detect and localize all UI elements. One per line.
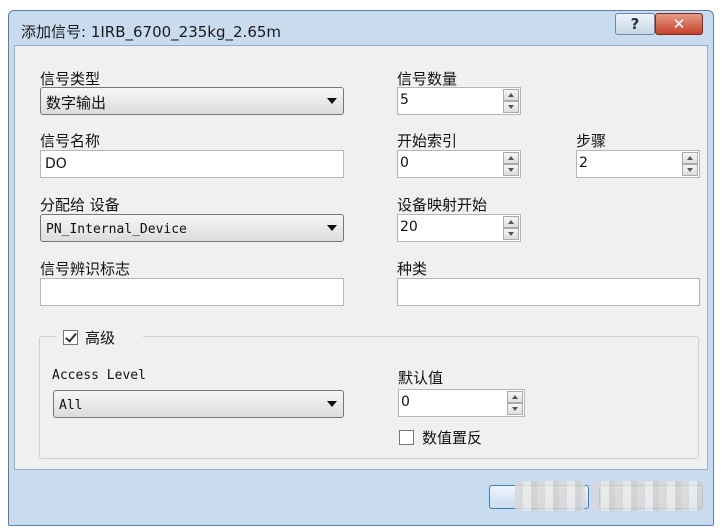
signal-identification-label: 信号辨识标志 <box>40 260 131 278</box>
advanced-group-header: 高级 <box>57 326 143 348</box>
signal-identification-input[interactable] <box>40 278 344 306</box>
access-level-label: Access Level <box>52 368 146 383</box>
step-label: 步骤 <box>576 132 607 150</box>
signal-type-value: 数字输出 <box>46 94 107 112</box>
start-index-value: 0 <box>400 155 409 171</box>
spin-down-icon[interactable] <box>503 164 519 176</box>
start-index-stepper[interactable]: 0 <box>397 150 521 178</box>
assign-device-label: 分配给 设备 <box>40 196 120 214</box>
invert-value-checkbox[interactable] <box>399 430 414 445</box>
invert-value-label: 数值置反 <box>422 429 483 447</box>
title-bar: 添加信号: 1IRB_6700_235kg_2.65m ? ✕ <box>9 11 713 45</box>
add-signal-dialog: 添加信号: 1IRB_6700_235kg_2.65m ? ✕ 信号类型 数字输… <box>8 10 714 526</box>
spin-up-icon[interactable] <box>503 152 519 164</box>
help-icon: ? <box>630 15 640 33</box>
signal-type-label: 信号类型 <box>40 70 101 88</box>
close-icon: ✕ <box>672 15 686 33</box>
spin-down-icon[interactable] <box>503 101 519 113</box>
dialog-title: 添加信号: 1IRB_6700_235kg_2.65m <box>21 23 282 41</box>
blurred-region <box>593 481 703 511</box>
chevron-down-icon <box>327 401 337 407</box>
device-mapping-start-value: 20 <box>400 219 418 235</box>
spin-up-icon[interactable] <box>503 89 519 101</box>
signal-type-select[interactable]: 数字输出 <box>40 87 344 115</box>
access-level-value: All <box>59 398 83 413</box>
advanced-label: 高级 <box>85 329 116 347</box>
chevron-down-icon <box>327 98 337 104</box>
signal-count-label: 信号数量 <box>397 70 458 88</box>
blurred-region <box>515 481 585 511</box>
access-level-select[interactable]: All <box>53 390 344 418</box>
assign-device-select[interactable]: PN_Internal_Device <box>40 214 344 242</box>
help-button[interactable]: ? <box>615 13 655 35</box>
assign-device-value: PN_Internal_Device <box>46 222 187 237</box>
default-value-value: 0 <box>401 394 410 410</box>
step-value: 2 <box>579 155 588 171</box>
category-input[interactable] <box>397 278 700 306</box>
signal-name-input[interactable]: DO <box>40 150 344 178</box>
step-stepper[interactable]: 2 <box>576 150 700 178</box>
start-index-label: 开始索引 <box>397 132 458 150</box>
signal-name-label: 信号名称 <box>40 132 101 150</box>
device-mapping-start-stepper[interactable]: 20 <box>397 214 521 242</box>
default-value-label: 默认值 <box>398 369 444 387</box>
default-value-stepper[interactable]: 0 <box>398 389 525 417</box>
device-mapping-start-label: 设备映射开始 <box>397 196 488 214</box>
spin-up-icon[interactable] <box>503 216 519 228</box>
signal-count-stepper[interactable]: 5 <box>397 87 521 115</box>
spin-down-icon[interactable] <box>507 403 523 415</box>
spin-down-icon[interactable] <box>503 228 519 240</box>
spin-up-icon[interactable] <box>682 152 698 164</box>
dialog-body: 信号类型 数字输出 信号数量 5 信号名称 DO 开始索引 0 步骤 2 分配给… <box>14 45 708 470</box>
chevron-down-icon <box>327 225 337 231</box>
spin-up-icon[interactable] <box>507 391 523 403</box>
advanced-checkbox[interactable] <box>63 330 78 345</box>
spin-down-icon[interactable] <box>682 164 698 176</box>
category-label: 种类 <box>397 260 428 278</box>
close-button[interactable]: ✕ <box>655 13 703 35</box>
signal-count-value: 5 <box>400 92 409 108</box>
